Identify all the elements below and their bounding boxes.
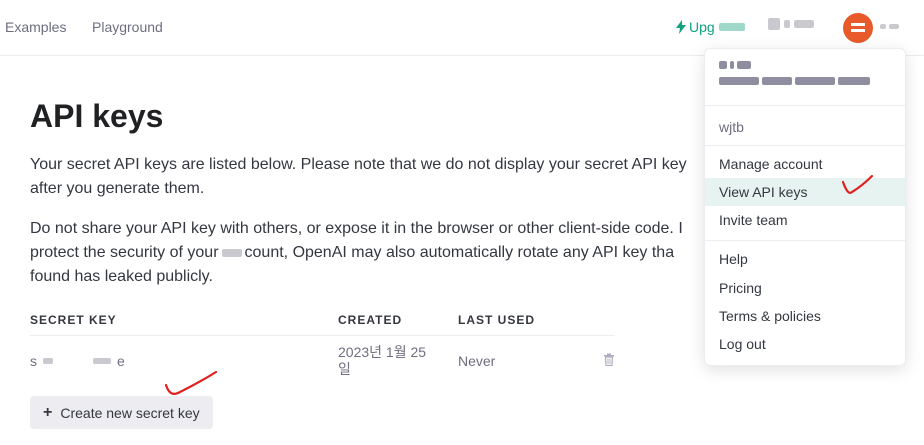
secret-key-suffix: e [117,353,125,369]
redacted-text [730,61,734,69]
create-secret-key-label: Create new secret key [60,404,200,421]
created-date: 2023년 1월 25 [338,344,427,360]
delete-key-button[interactable] [588,336,615,387]
warning-line: Do not share your API key with others, o… [30,220,683,237]
user-menu-toggle[interactable] [880,24,899,29]
api-keys-table: SECRET KEY CREATED LAST USED s e 2023년 1… [30,309,615,386]
org-switcher[interactable] [768,18,814,30]
description-line: Your secret API keys are listed below. P… [30,156,687,173]
menu-divider [705,145,905,146]
redacted-text [784,20,790,28]
redacted-text [838,77,870,85]
warning-line: found has leaked publicly. [30,268,213,285]
upgrade-label: Upg [689,19,715,35]
created-date: 일 [338,361,351,377]
description-line: after you generate them. [30,180,205,197]
menu-item-invite-team[interactable]: Invite team [705,206,905,234]
secret-key-cell: s e [30,336,338,387]
bolt-icon [676,20,686,34]
org-label: wjtb [719,119,744,135]
warning-paragraph: Do not share your API key with others, o… [30,217,720,289]
redacted-text [889,24,899,29]
plus-icon: + [43,403,53,421]
nav-examples[interactable]: Examples [5,19,66,35]
table-row: s e 2023년 1월 25 일 Never [30,336,615,387]
redacted-text [719,77,759,85]
menu-item-terms[interactable]: Terms & policies [705,302,905,330]
warning-line: count, OpenAI may also automatically rot… [244,244,675,261]
page-title: API keys [30,98,164,134]
secret-key-prefix: s [30,353,37,369]
menu-item-manage-account[interactable]: Manage account [705,150,905,178]
avatar[interactable] [843,13,873,43]
header-secret-key: SECRET KEY [30,309,338,336]
redacted-text [221,248,242,257]
create-secret-key-button[interactable]: + Create new secret key [30,396,213,429]
user-info [719,61,870,85]
description-paragraph: Your secret API keys are listed below. P… [30,153,720,201]
trash-icon [604,353,614,367]
menu-item-help[interactable]: Help [705,245,905,273]
header-last-used: LAST USED [458,309,588,336]
redacted-text [768,18,780,30]
table-header-row: SECRET KEY CREATED LAST USED [30,309,615,336]
redacted-text [794,20,814,28]
last-used-cell: Never [458,353,496,369]
menu-item-log-out[interactable]: Log out [705,330,905,358]
redacted-text [762,77,792,85]
menu-item-pricing[interactable]: Pricing [705,274,905,302]
redacted-text [718,23,745,31]
redacted-text [93,358,111,364]
user-dropdown-menu: wjtb Manage account View API keys Invite… [704,48,906,366]
redacted-text [719,61,727,69]
warning-line: protect the security of your [30,244,219,261]
nav-playground[interactable]: Playground [92,19,163,35]
redacted-text [737,61,751,69]
menu-divider [705,105,905,106]
menu-divider [705,240,905,241]
upgrade-button[interactable]: Upg [676,19,745,35]
redacted-text [795,77,835,85]
header-actions [588,309,615,336]
redacted-text [880,24,886,29]
header-created: CREATED [338,309,458,336]
redacted-text [43,358,53,364]
created-cell: 2023년 1월 25 일 [338,336,458,387]
menu-item-view-api-keys[interactable]: View API keys [705,178,905,206]
